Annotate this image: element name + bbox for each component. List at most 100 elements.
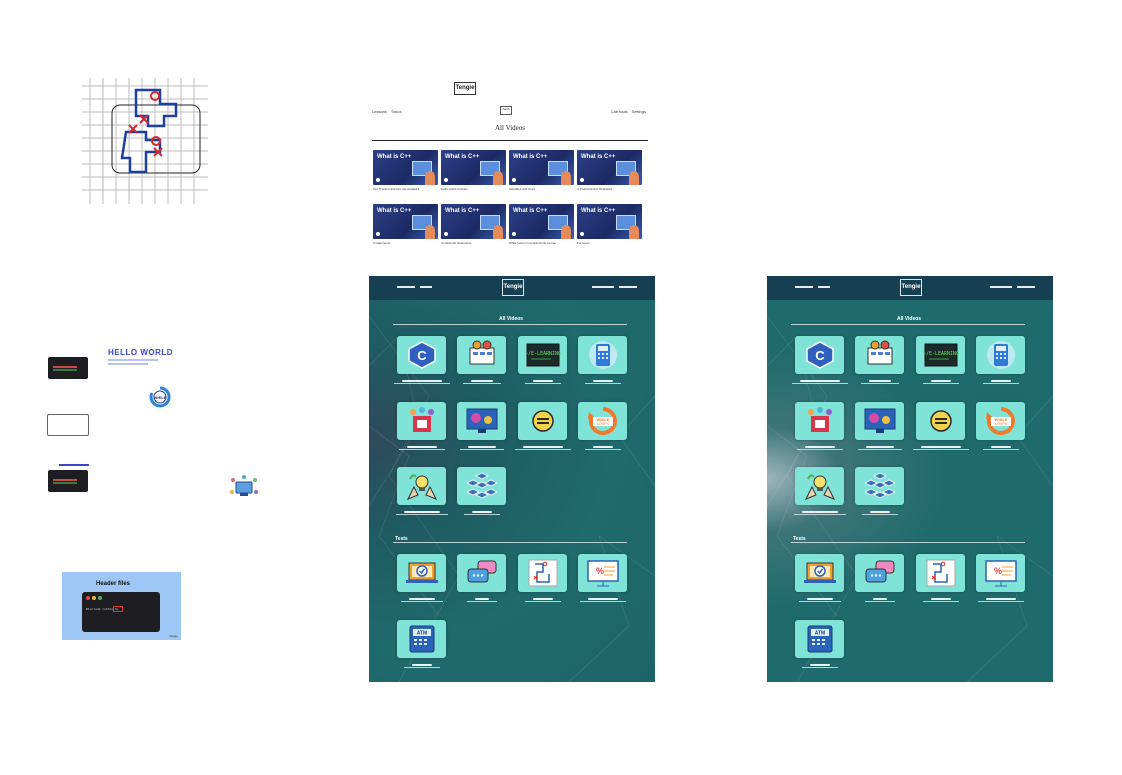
brand-dot-icon — [512, 232, 516, 236]
video-card[interactable]: What is C++ Our Training and why we creat… — [373, 150, 438, 190]
test-tile[interactable] — [397, 554, 446, 602]
video-tile[interactable] — [395, 467, 448, 515]
brand-dot-icon — [376, 178, 380, 182]
outline-placeholder — [47, 414, 89, 436]
tile-underline — [462, 383, 501, 384]
wireframe-logo[interactable]: Tengie — [454, 82, 476, 95]
nav-link[interactable] — [990, 286, 1012, 288]
hello-world-text: HELLO WORLD — [108, 348, 174, 357]
video-tile[interactable] — [793, 467, 846, 515]
video-thumbnail[interactable]: What is C++ — [577, 204, 642, 239]
video-thumbnail[interactable]: What is C++ — [509, 204, 574, 239]
section-divider — [393, 542, 627, 543]
video-tile[interactable]: ~/E-LEARNING — [518, 336, 567, 384]
video-thumbnail[interactable]: What is C++ — [577, 150, 642, 185]
idea-hands-icon — [397, 467, 446, 505]
brand-dot-icon — [376, 232, 380, 236]
test-tile[interactable] — [855, 554, 904, 602]
video-tile[interactable] — [855, 402, 904, 450]
nav-link[interactable] — [818, 286, 830, 288]
nav-link[interactable] — [795, 286, 813, 288]
brand-dot-icon — [580, 232, 584, 236]
tile-label — [865, 446, 894, 448]
video-card[interactable]: What is C++ For loops — [577, 204, 642, 244]
test-tile[interactable]: ATM — [795, 620, 844, 668]
nav-link[interactable] — [592, 286, 614, 288]
video-tile[interactable]: WHILE LOOPS — [578, 402, 627, 450]
tile-label — [532, 380, 553, 382]
video-card[interactable]: What is C++ While loops in programming co… — [509, 204, 574, 244]
video-thumbnail[interactable]: What is C++ — [509, 150, 574, 185]
nav-link[interactable] — [420, 286, 432, 288]
video-card-title: What is C++ — [581, 208, 616, 214]
test-tile[interactable]: % — [976, 554, 1025, 602]
video-tile[interactable] — [457, 336, 506, 384]
nav-link[interactable] — [1017, 286, 1035, 288]
video-card-caption: For loops — [577, 241, 590, 244]
tile-underline — [584, 449, 621, 450]
tile-underline — [579, 601, 626, 602]
code-window: #include <stdio.h> — [82, 592, 160, 632]
video-tile[interactable] — [514, 402, 571, 450]
test-tile[interactable]: % — [578, 554, 627, 602]
test-tile[interactable] — [518, 554, 567, 602]
tile-underline — [922, 383, 959, 384]
video-tile[interactable] — [855, 336, 904, 384]
video-tile[interactable] — [578, 336, 627, 384]
video-tile[interactable] — [457, 402, 506, 450]
brand-logo[interactable]: Tengie — [502, 279, 524, 296]
section-title-videos: All Videos — [897, 316, 922, 322]
video-thumbnail[interactable]: What is C++ — [373, 204, 438, 239]
tile-underline — [922, 601, 959, 602]
nav-link[interactable] — [619, 286, 637, 288]
video-tile[interactable]: C — [393, 336, 450, 384]
video-card[interactable]: What is C++ Hello world program — [441, 150, 506, 190]
tile-label — [990, 380, 1011, 382]
video-tile[interactable] — [976, 336, 1025, 384]
test-tile[interactable]: ATM — [397, 620, 446, 668]
video-tile[interactable]: ~/E-LEARNING — [916, 336, 965, 384]
video-tile[interactable]: C — [791, 336, 848, 384]
video-card-caption: C Programming Operators — [577, 187, 613, 190]
video-thumbnail[interactable]: What is C++ — [373, 150, 438, 185]
nav-link[interactable] — [397, 286, 415, 288]
svg-text:LOOPS: LOOPS — [994, 422, 1007, 426]
tile-label — [930, 380, 951, 382]
video-thumbnail[interactable]: What is C++ — [441, 204, 506, 239]
test-tile[interactable] — [795, 554, 844, 602]
nav-link-sesh[interactable]: Sesh — [500, 106, 512, 115]
test-tile[interactable] — [916, 554, 965, 602]
tile-label — [804, 446, 835, 448]
tile-label — [809, 664, 830, 666]
tile-underline — [798, 601, 841, 602]
nav-link-todos[interactable]: Todos — [391, 109, 402, 114]
hello-world-graphic: HELLO WORLD — [108, 348, 173, 365]
brand-logo[interactable]: Tengie — [900, 279, 922, 296]
nav-link-settings[interactable]: Settings — [632, 109, 646, 114]
video-card[interactable]: What is C++ If statements — [373, 204, 438, 244]
video-card[interactable]: What is C++ Variables and types — [509, 150, 574, 190]
tile-underline — [584, 383, 621, 384]
tile-underline — [977, 601, 1024, 602]
test-tile[interactable] — [457, 554, 506, 602]
video-card-caption: Conditional statements — [441, 241, 472, 244]
video-thumbnail[interactable]: What is C++ — [441, 150, 506, 185]
video-tile[interactable] — [912, 402, 969, 450]
tile-label — [985, 598, 1016, 600]
nav-link-lab-tools[interactable]: Lab tools — [611, 109, 627, 114]
section-divider — [393, 324, 627, 325]
video-card[interactable]: What is C++ C Programming Operators — [577, 150, 642, 190]
nav-link-lessons[interactable]: Lessons — [372, 109, 387, 114]
video-tile[interactable] — [795, 402, 844, 450]
tile-label — [930, 598, 951, 600]
section-divider — [791, 324, 1025, 325]
tile-underline — [793, 514, 846, 515]
video-tile[interactable] — [457, 467, 506, 515]
video-tile[interactable]: WHILE LOOPS — [976, 402, 1025, 450]
video-tile[interactable] — [855, 467, 904, 515]
video-card[interactable]: What is C++ Conditional statements — [441, 204, 506, 244]
nav-right-links — [592, 286, 637, 288]
tile-label — [522, 446, 563, 448]
video-tile[interactable] — [397, 402, 446, 450]
tile-label — [990, 446, 1011, 448]
